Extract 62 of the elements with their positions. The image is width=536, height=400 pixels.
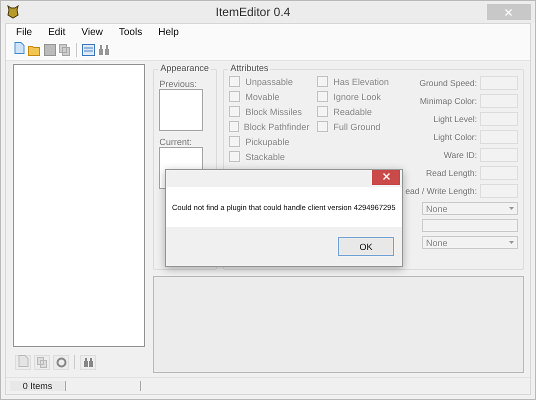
field-label: Ground Speed: (419, 78, 477, 88)
checkbox-label: Ignore Look (333, 92, 381, 102)
window-title: ItemEditor 0.4 (216, 5, 290, 19)
field-label: Ware ID: (444, 150, 477, 160)
reload-button[interactable] (53, 354, 69, 370)
field-label: Light Level: (434, 114, 477, 124)
checkbox[interactable] (317, 121, 328, 132)
menu-item[interactable]: Tools (112, 27, 148, 38)
field-label: ead / Write Length: (405, 186, 477, 196)
checkbox-label: Block Pathfinder (244, 122, 310, 132)
copy-icon (36, 356, 48, 368)
field-label: Light Color: (434, 132, 477, 142)
preview-label: Previous: (159, 79, 198, 89)
menu-item[interactable]: File (10, 27, 38, 38)
checkbox-label: Movable (245, 92, 280, 102)
checkbox-label: Block Missiles (245, 106, 302, 116)
find-button[interactable] (80, 354, 96, 370)
new-file-icon[interactable] (14, 42, 25, 57)
app-logo-icon (7, 5, 19, 19)
checkbox[interactable] (229, 151, 240, 162)
checkbox[interactable] (317, 106, 328, 117)
checkbox[interactable] (229, 121, 239, 132)
menu-item[interactable]: View (75, 27, 109, 38)
close-icon (505, 8, 512, 16)
new-item-button[interactable] (15, 354, 31, 370)
checkbox[interactable] (317, 76, 328, 87)
binoculars-icon (82, 356, 94, 368)
checkbox[interactable] (317, 91, 328, 102)
item-list[interactable] (13, 64, 146, 347)
item-count: 0 Items (10, 381, 66, 391)
field-label: Minimap Color: (420, 96, 477, 106)
folder-icon[interactable] (28, 44, 41, 56)
menu-item[interactable]: Edit (42, 27, 72, 38)
checkbox-label: Full Ground (333, 122, 380, 132)
window-icon[interactable] (82, 44, 95, 56)
close-button[interactable] (372, 170, 400, 185)
preview-label: Current: (159, 137, 193, 147)
document-icon (18, 354, 28, 370)
caret-icon (509, 241, 514, 244)
copy-icon[interactable] (59, 44, 71, 56)
close-icon (382, 173, 390, 180)
ok-button[interactable]: OK (338, 237, 394, 256)
input-field[interactable] (422, 219, 518, 232)
field-label: Read Length: (426, 168, 477, 178)
group-title: Appearance (158, 63, 211, 73)
checkbox[interactable] (229, 91, 240, 102)
checkbox-label: Has Elevation (333, 76, 389, 86)
group-title: Attributes (228, 63, 270, 73)
checkbox-label: Unpassable (245, 76, 293, 86)
text-area[interactable] (153, 276, 524, 373)
previous-sprite-preview (159, 89, 204, 131)
save-icon[interactable] (44, 44, 56, 56)
checkbox-label: Readable (333, 106, 372, 116)
checkbox[interactable] (229, 106, 240, 117)
caret-icon (509, 207, 514, 210)
checkbox-label: Stackable (245, 152, 285, 162)
checkbox[interactable] (229, 136, 240, 147)
checkbox-label: Pickupable (245, 136, 290, 146)
binoculars-icon[interactable] (98, 44, 110, 56)
duplicate-button[interactable] (34, 354, 50, 370)
checkbox[interactable] (229, 76, 240, 87)
menu-item[interactable]: Help (152, 27, 185, 38)
